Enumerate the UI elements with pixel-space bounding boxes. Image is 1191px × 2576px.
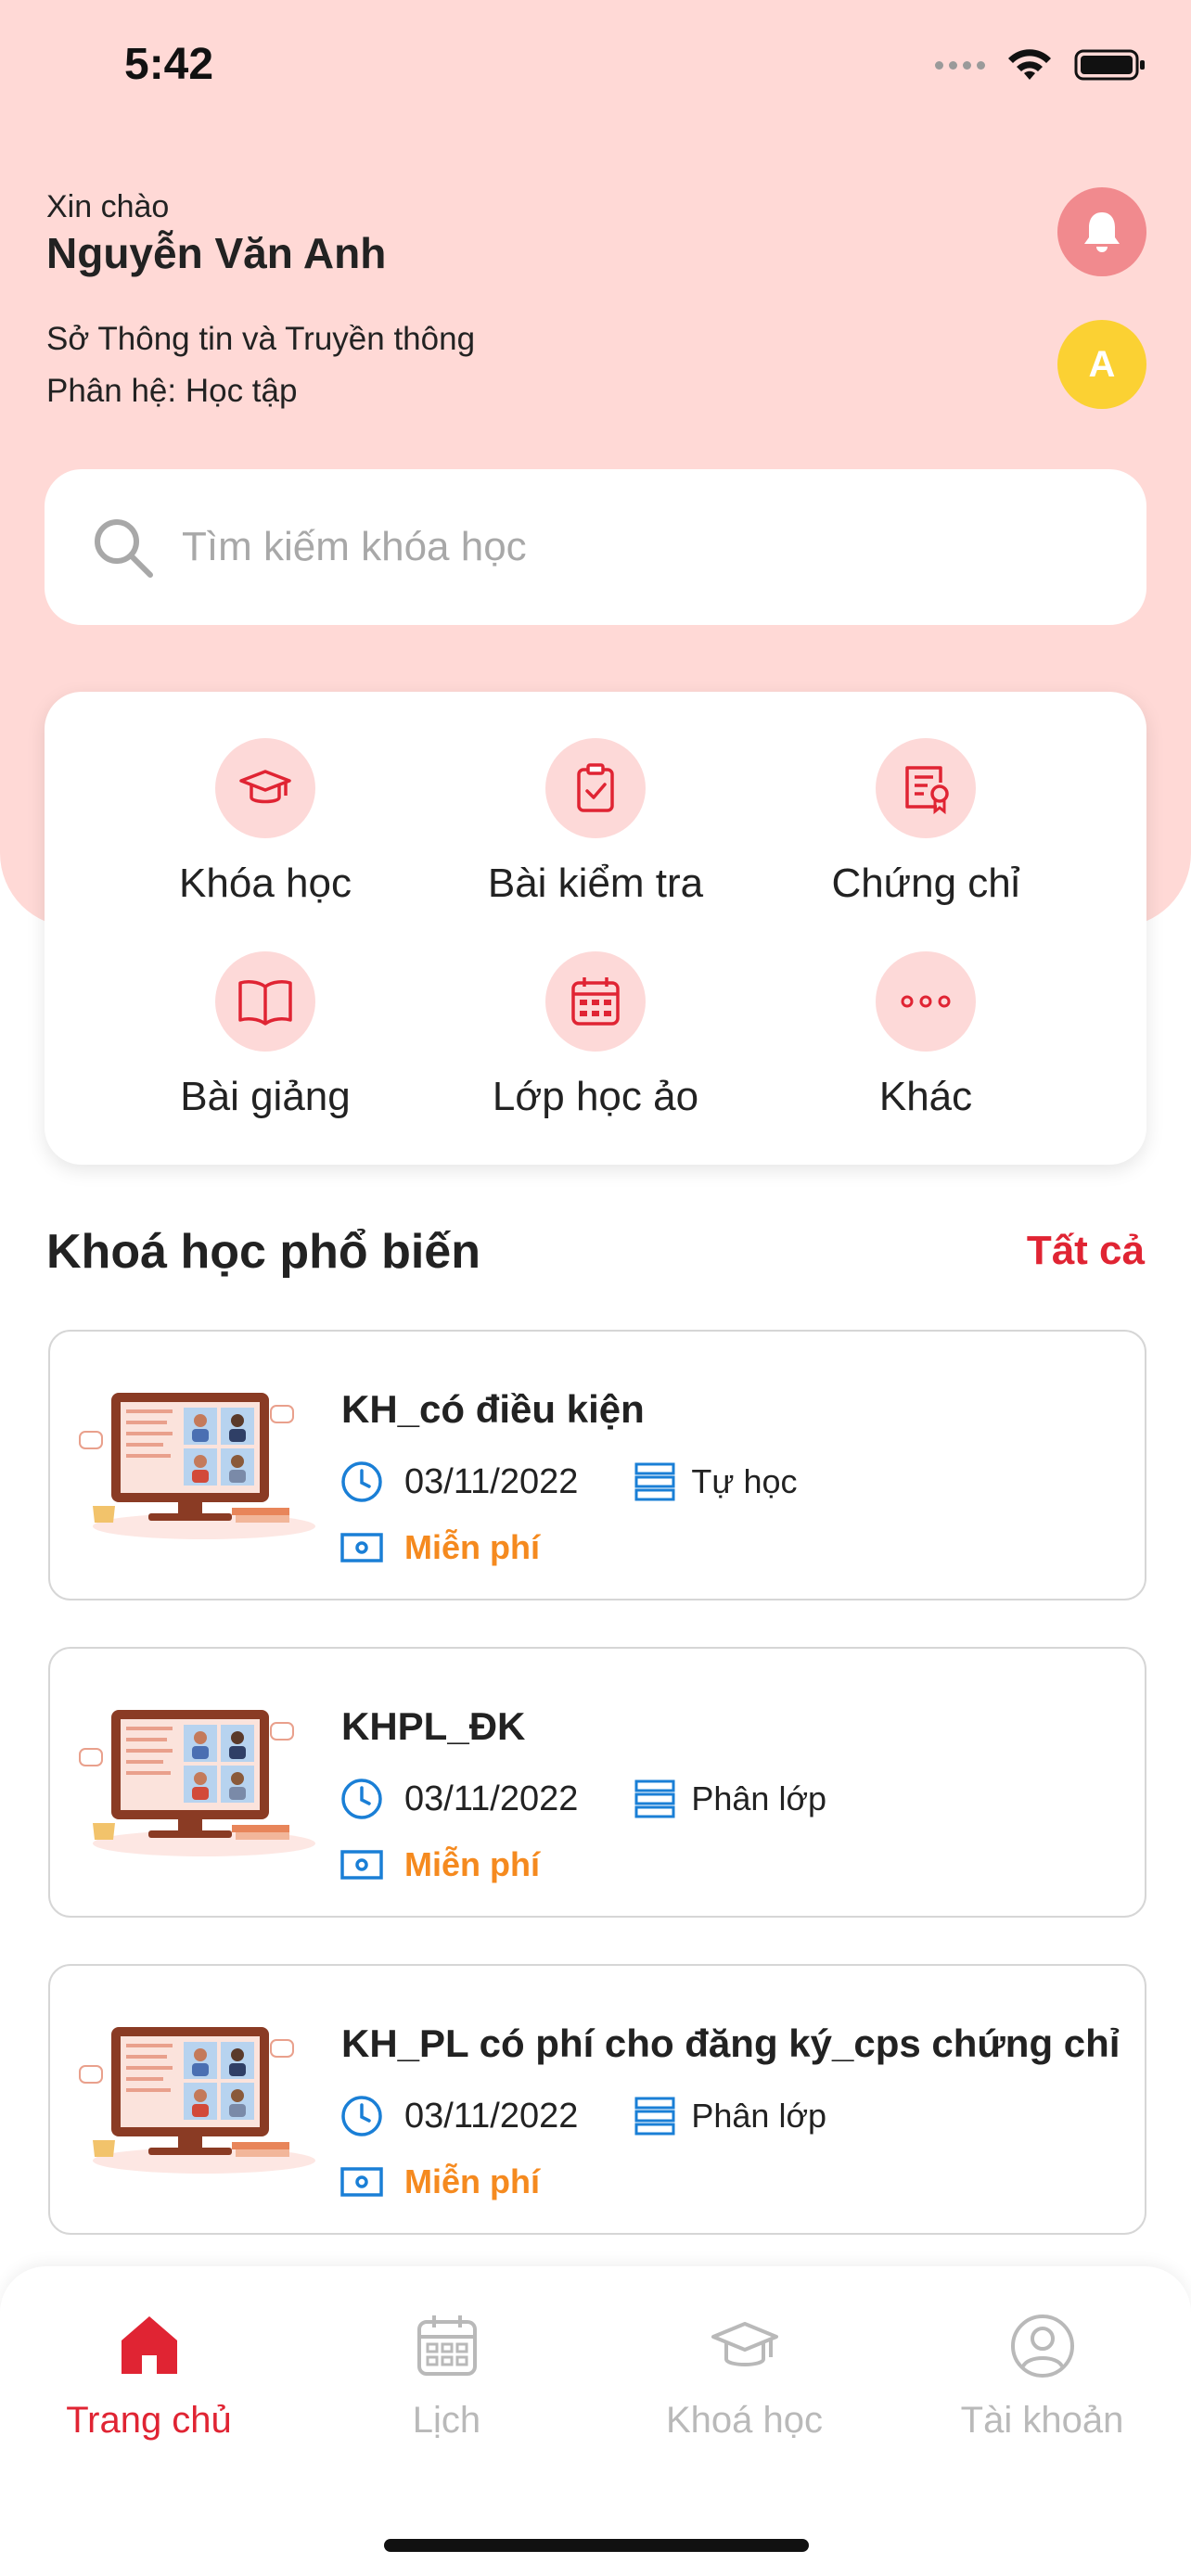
graduation-cap-icon	[239, 770, 291, 804]
nav-label: Lịch	[412, 2400, 481, 2441]
graduation-cap-icon	[711, 2322, 778, 2366]
feature-label: Bài giảng	[180, 1074, 351, 1119]
course-title: KHPL_ĐK	[341, 1704, 526, 1748]
course-thumbnail	[79, 2027, 315, 2174]
course-type: Phân lớp	[691, 2097, 827, 2135]
user-name: Nguyễn Văn Anh	[46, 229, 387, 277]
search-icon	[95, 519, 153, 578]
money-icon	[340, 2167, 383, 2197]
cellular-signal-icon	[935, 60, 985, 70]
home-icon	[121, 2316, 177, 2374]
clock-icon	[341, 2096, 382, 2136]
notification-button[interactable]	[1057, 187, 1146, 276]
feature-other[interactable]: Khác	[761, 951, 1091, 1120]
calendar-icon	[571, 977, 620, 1026]
status-icons	[935, 46, 1148, 83]
clock-icon	[341, 1779, 382, 1819]
wifi-icon	[1008, 49, 1051, 80]
course-title: KH_có điều kiện	[341, 1387, 645, 1431]
course-date: 03/11/2022	[404, 1779, 579, 1818]
certificate-icon	[905, 766, 949, 815]
feature-label: Khác	[878, 1074, 973, 1119]
feature-lectures[interactable]: Bài giảng	[100, 951, 430, 1120]
course-card[interactable]: KH_PL có phí cho đăng ký_cps chứng chỉ 0…	[48, 1964, 1146, 2235]
course-title: KH_PL có phí cho đăng ký_cps chứng chỉ	[341, 2021, 1121, 2065]
calendar-icon	[416, 2315, 477, 2376]
nav-courses[interactable]: Khoá học	[596, 2313, 893, 2442]
nav-label: Khoá học	[665, 2400, 824, 2441]
layers-icon	[634, 1462, 675, 1501]
feature-tests[interactable]: Bài kiểm tra	[430, 738, 761, 907]
avatar[interactable]: A	[1057, 320, 1146, 409]
course-card[interactable]: KH_có điều kiện 03/11/2022 Tự học Miễn p…	[48, 1330, 1146, 1600]
course-price: Miễn phí	[404, 1845, 540, 1883]
bell-icon	[1084, 212, 1120, 252]
feature-courses[interactable]: Khóa học	[100, 738, 430, 907]
greeting-label: Xin chào	[46, 189, 170, 224]
section-title: Khoá học phổ biến	[46, 1225, 480, 1279]
feature-label: Khóa học	[179, 861, 352, 906]
bottom-nav: Trang chủ Lịch Khoá học Tài khoản	[0, 2266, 1191, 2576]
feature-grid: Khóa học Bài kiểm tra Chứng chỉ Bài giản…	[45, 692, 1146, 1165]
nav-home[interactable]: Trang chủ	[0, 2313, 298, 2442]
battery-icon	[1074, 49, 1145, 81]
nav-label: Trang chủ	[66, 2400, 232, 2441]
see-all-link[interactable]: Tất cả	[1027, 1228, 1145, 1274]
search-input[interactable]: Tìm kiếm khóa học	[182, 524, 527, 570]
feature-label: Chứng chỉ	[831, 861, 1020, 906]
course-card[interactable]: KHPL_ĐK 03/11/2022 Phân lớp Miễn phí	[48, 1647, 1146, 1918]
feature-virtual-class[interactable]: Lớp học ảo	[430, 951, 761, 1120]
nav-calendar[interactable]: Lịch	[298, 2313, 596, 2442]
open-book-icon	[238, 980, 292, 1026]
feature-label: Lớp học ảo	[492, 1074, 699, 1119]
module-label: Phân hệ: Học tập	[46, 373, 298, 409]
nav-label: Tài khoản	[960, 2400, 1124, 2441]
course-price: Miễn phí	[404, 2162, 540, 2200]
course-price: Miễn phí	[404, 1528, 540, 1566]
course-type: Tự học	[691, 1462, 798, 1500]
money-icon	[340, 1850, 383, 1880]
more-dots-icon	[901, 995, 951, 1008]
clipboard-check-icon	[577, 763, 614, 812]
course-thumbnail	[79, 1710, 315, 1856]
course-type: Phân lớp	[691, 1779, 827, 1817]
layers-icon	[634, 2097, 675, 2136]
course-date: 03/11/2022	[404, 1461, 579, 1501]
nav-account[interactable]: Tài khoản	[893, 2313, 1191, 2442]
layers-icon	[634, 1779, 675, 1818]
search-bar[interactable]: Tìm kiếm khóa học	[45, 469, 1146, 625]
course-thumbnail	[79, 1393, 315, 1539]
course-date: 03/11/2022	[404, 2096, 579, 2136]
feature-certificates[interactable]: Chứng chỉ	[761, 738, 1091, 907]
status-time: 5:42	[124, 40, 214, 89]
money-icon	[340, 1533, 383, 1562]
organization-label: Sở Thông tin và Truyền thông	[46, 321, 476, 357]
home-indicator	[384, 2539, 809, 2552]
account-icon	[1010, 2315, 1074, 2378]
clock-icon	[341, 1461, 382, 1502]
feature-label: Bài kiểm tra	[487, 861, 704, 906]
